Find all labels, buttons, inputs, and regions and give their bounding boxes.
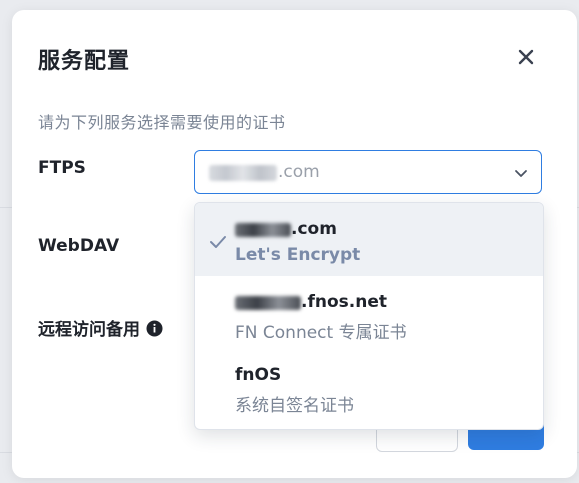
select-value: .com (278, 162, 320, 182)
option-issuer: 系统自签名证书 (235, 396, 354, 416)
service-config-dialog: 服务配置 请为下列服务选择需要使用的证书 FTPS WebDAV 远程访问备用 … (12, 10, 577, 478)
option-domain: .com (291, 219, 337, 239)
dialog-subtitle: 请为下列服务选择需要使用的证书 (38, 113, 286, 132)
option-letsencrypt[interactable]: .com Let's Encrypt (195, 203, 543, 276)
option-fnos[interactable]: fnOS 系统自签名证书 (195, 349, 543, 422)
option-fnconnect[interactable]: .fnos.net FN Connect 专属证书 (195, 276, 543, 349)
option-issuer: Let's Encrypt (235, 245, 361, 265)
chevron-down-icon (515, 170, 527, 177)
close-button[interactable] (514, 45, 538, 69)
close-icon (518, 49, 534, 65)
option-domain: fnOS (235, 365, 282, 385)
option-issuer: FN Connect 专属证书 (235, 323, 407, 343)
redacted-text (209, 165, 277, 181)
option-domain: .fnos.net (301, 292, 387, 312)
ftps-certificate-select[interactable]: .com (194, 150, 542, 194)
webdav-label: WebDAV (38, 236, 120, 256)
redacted-text (235, 223, 291, 237)
dialog-title: 服务配置 (38, 49, 131, 74)
remote-access-label-text: 远程访问备用 (38, 320, 140, 340)
info-icon[interactable] (146, 320, 163, 342)
redacted-text (235, 296, 301, 310)
ftps-label: FTPS (38, 158, 86, 178)
certificate-dropdown: .com Let's Encrypt .fnos.net FN Connect … (194, 202, 544, 430)
check-icon (210, 236, 226, 248)
remote-access-label: 远程访问备用 (38, 315, 163, 342)
